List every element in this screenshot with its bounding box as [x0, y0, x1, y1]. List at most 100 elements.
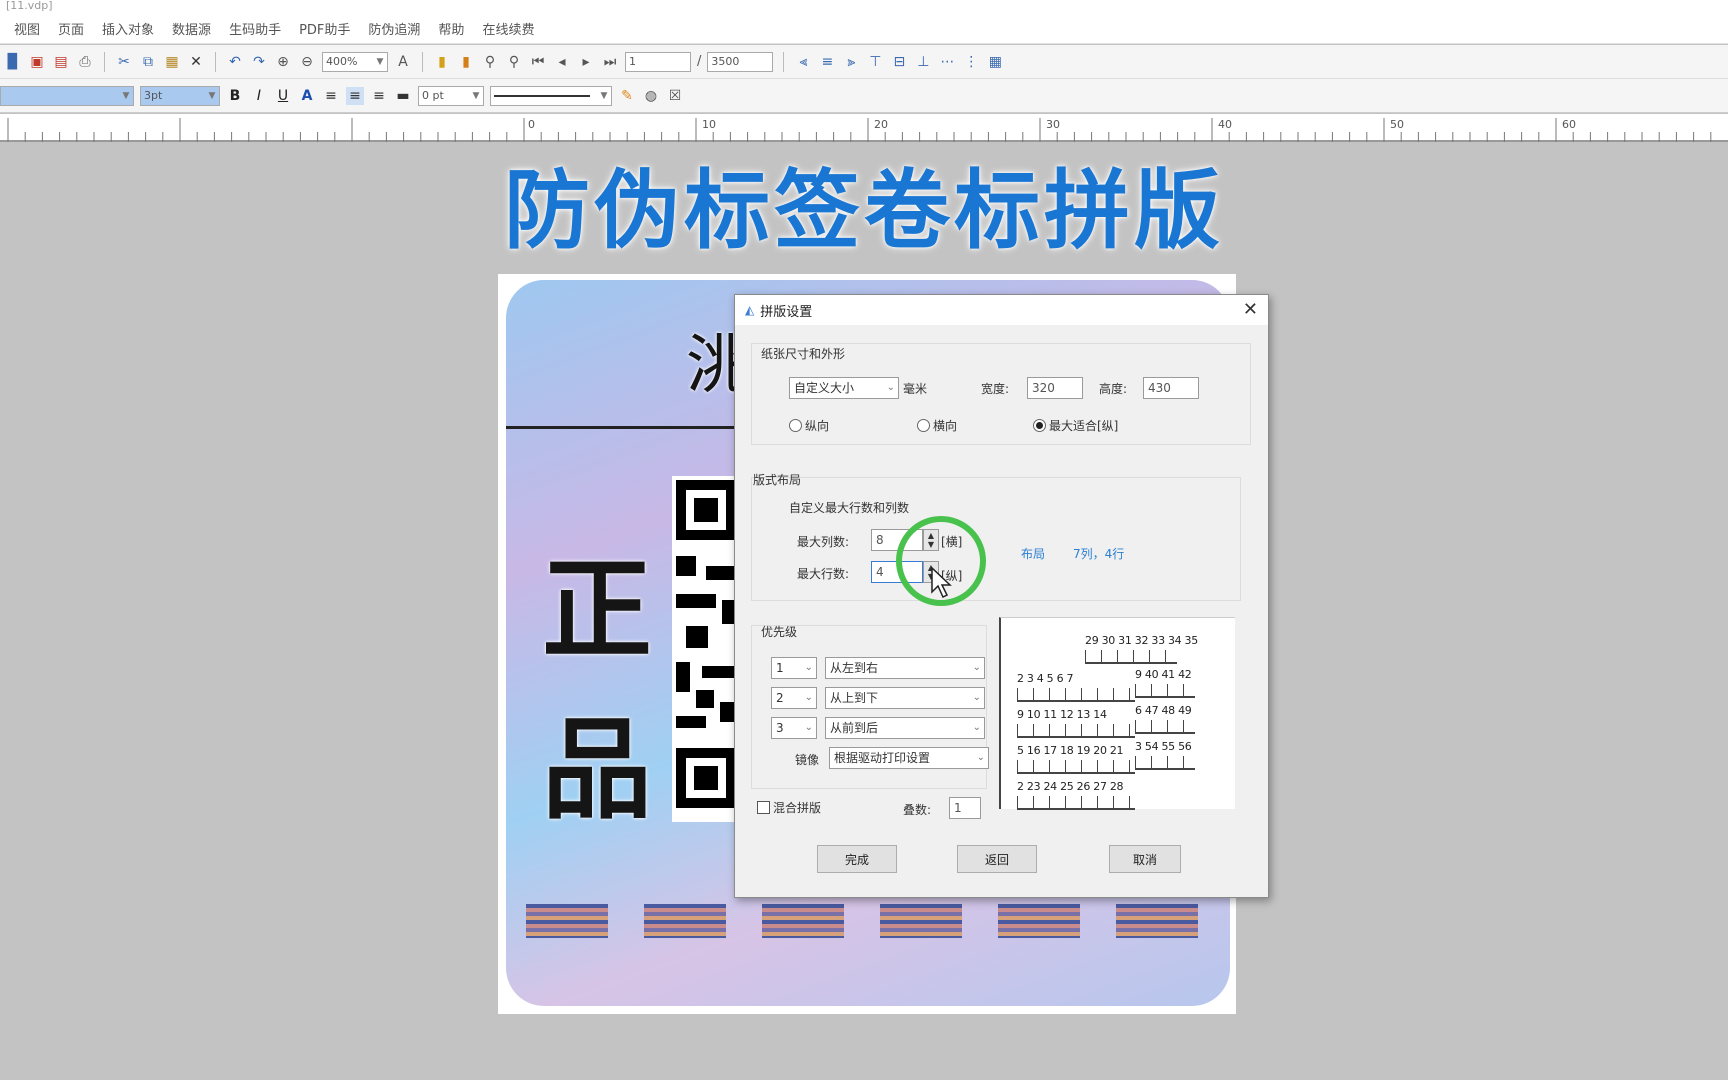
font-color-icon[interactable]: A: [298, 87, 316, 105]
text-align-center-icon[interactable]: ≡: [346, 86, 364, 105]
back-button[interactable]: 返回: [957, 845, 1037, 873]
redo-icon[interactable]: ↷: [250, 53, 268, 71]
save-icon[interactable]: ▉: [4, 53, 22, 71]
align-top-icon[interactable]: ⊤: [866, 53, 884, 71]
cut-icon[interactable]: ✂: [115, 53, 133, 71]
finish-button[interactable]: 完成: [817, 845, 897, 873]
mirror-select[interactable]: 根据驱动打印设置 ⌄: [829, 747, 989, 769]
pen-icon[interactable]: ✎: [618, 87, 636, 105]
last-page-icon[interactable]: ⏭: [601, 53, 619, 71]
menu-anti-fake[interactable]: 防伪追溯: [368, 19, 420, 38]
priority-1-select[interactable]: 从左到右 ⌄: [825, 657, 985, 679]
font-size-select[interactable]: 3pt ▼: [140, 85, 220, 106]
zoom-out-icon[interactable]: ⊖: [298, 53, 316, 71]
align-left-icon[interactable]: ⫷: [794, 53, 812, 71]
priority-1-num-select[interactable]: 1 ⌄: [771, 657, 817, 679]
menu-page[interactable]: 页面: [58, 19, 84, 38]
italic-icon[interactable]: I: [250, 87, 268, 105]
menu-renew[interactable]: 在线续费: [482, 19, 534, 38]
checkbox-label: 混合拼版: [773, 801, 822, 815]
delete-icon[interactable]: ✕: [187, 53, 205, 71]
database-icon[interactable]: ▮: [433, 53, 451, 71]
zoom-in-icon[interactable]: ⊕: [274, 53, 292, 71]
menu-code-assistant[interactable]: 生码助手: [229, 19, 281, 38]
grid-icon[interactable]: ▦: [986, 53, 1004, 71]
height-label: 高度:: [1099, 382, 1128, 396]
ruler-label: 50: [1390, 118, 1404, 131]
priority-value: 从左到右: [830, 661, 879, 675]
distribute-h-icon[interactable]: ⋯: [938, 53, 956, 71]
priority-2-select[interactable]: 从上到下 ⌄: [825, 687, 985, 709]
next-page-icon[interactable]: ▸: [577, 53, 595, 71]
distribute-v-icon[interactable]: ⋮: [962, 53, 980, 71]
database-edit-icon[interactable]: ▮: [457, 53, 475, 71]
paste-icon[interactable]: ▦: [163, 53, 181, 71]
zoom-value: 400%: [326, 55, 358, 68]
ruler-label: 60: [1562, 118, 1576, 131]
radio-circle: [917, 419, 930, 432]
fill-icon[interactable]: ◍: [642, 87, 660, 105]
stack-label: 叠数:: [903, 803, 932, 817]
ruler-label: 40: [1218, 118, 1232, 131]
main-toolbar: ▉ ▣ ▤ ⎙ ✂ ⧉ ▦ ✕ ↶ ↷ ⊕ ⊖ 400% ▼ A ▮ ▮ ⚲ ⚲ …: [0, 45, 1728, 79]
orientation-best-fit-radio[interactable]: 最大适合[纵]: [1033, 417, 1118, 434]
prev-page-icon[interactable]: ◂: [553, 53, 571, 71]
export-icon[interactable]: ▤: [52, 53, 70, 71]
priority-2-num-select[interactable]: 2 ⌄: [771, 687, 817, 709]
zoom-select[interactable]: 400% ▼: [322, 51, 388, 72]
preview-numbers: 2 3 4 5 6 7: [1017, 672, 1074, 685]
preview-numbers: 2 23 24 25 26 27 28: [1017, 780, 1124, 793]
cancel-button[interactable]: 取消: [1109, 845, 1181, 873]
chevron-down-icon: ⌄: [886, 382, 895, 393]
priority-num: 1: [776, 661, 784, 675]
bold-icon[interactable]: B: [226, 87, 244, 105]
text-justify-icon[interactable]: ▬: [394, 87, 412, 105]
menu-view[interactable]: 视图: [14, 19, 40, 38]
qr-code: [672, 476, 740, 822]
priority-num: 2: [776, 691, 784, 705]
align-right-icon[interactable]: ⫸: [842, 53, 860, 71]
print-icon[interactable]: ⎙: [76, 53, 94, 71]
first-page-icon[interactable]: ⏮: [529, 53, 547, 71]
height-input[interactable]: 430: [1143, 377, 1199, 399]
menu-help[interactable]: 帮助: [438, 19, 464, 38]
border-icon[interactable]: ☒: [666, 87, 684, 105]
menu-insert-object[interactable]: 插入对象: [102, 19, 154, 38]
undo-icon[interactable]: ↶: [226, 53, 244, 71]
chevron-down-icon: ⌄: [972, 662, 981, 673]
font-name-select[interactable]: ▼: [0, 85, 134, 106]
stack-input[interactable]: 1: [949, 797, 981, 819]
line-style-select[interactable]: ▼: [490, 85, 612, 106]
font-icon[interactable]: A: [394, 53, 412, 71]
preview-tile-row: 5 16 17 18 19 20 21: [1017, 744, 1135, 774]
copy-icon[interactable]: ⧉: [139, 53, 157, 71]
preview-tile-row: 2 23 24 25 26 27 28: [1017, 780, 1135, 810]
orientation-portrait-radio[interactable]: 纵向: [789, 417, 829, 434]
pdf-icon[interactable]: ▣: [28, 53, 46, 71]
dialog-titlebar: ◭ 拼版设置 ✕: [735, 295, 1268, 325]
find-icon[interactable]: ⚲: [481, 53, 499, 71]
replace-icon[interactable]: ⚲: [505, 53, 523, 71]
horizontal-ruler: 0 10 20 30 40 50 60: [0, 114, 1728, 142]
imposition-preview: 29 30 31 32 33 34 35 2 3 4 5 6 7 9 40 41…: [999, 617, 1235, 810]
paper-group-legend: 纸张尺寸和外形: [761, 347, 846, 361]
menu-data-source[interactable]: 数据源: [172, 19, 211, 38]
custom-rows-cols-label: 自定义最大行数和列数: [789, 501, 910, 515]
line-width-select[interactable]: 0 pt ▼: [418, 85, 484, 106]
underline-icon[interactable]: U: [274, 87, 292, 105]
menu-pdf-assistant[interactable]: PDF助手: [299, 19, 350, 38]
align-bottom-icon[interactable]: ⊥: [914, 53, 932, 71]
paper-size-select[interactable]: 自定义大小 ⌄: [789, 377, 899, 399]
priority-3-select[interactable]: 从前到后 ⌄: [825, 717, 985, 739]
text-align-right-icon[interactable]: ≡: [370, 87, 388, 105]
width-input[interactable]: 320: [1027, 377, 1083, 399]
page-current-input[interactable]: 1: [625, 51, 691, 72]
orientation-landscape-radio[interactable]: 横向: [917, 417, 957, 434]
close-icon[interactable]: ✕: [1243, 299, 1258, 320]
text-align-left-icon[interactable]: ≡: [322, 87, 340, 105]
radio-label: 横向: [933, 419, 958, 433]
align-middle-icon[interactable]: ⊟: [890, 53, 908, 71]
align-center-icon[interactable]: ≡: [818, 53, 836, 71]
priority-3-num-select[interactable]: 3 ⌄: [771, 717, 817, 739]
mixed-imposition-checkbox[interactable]: 混合拼版: [757, 799, 821, 816]
